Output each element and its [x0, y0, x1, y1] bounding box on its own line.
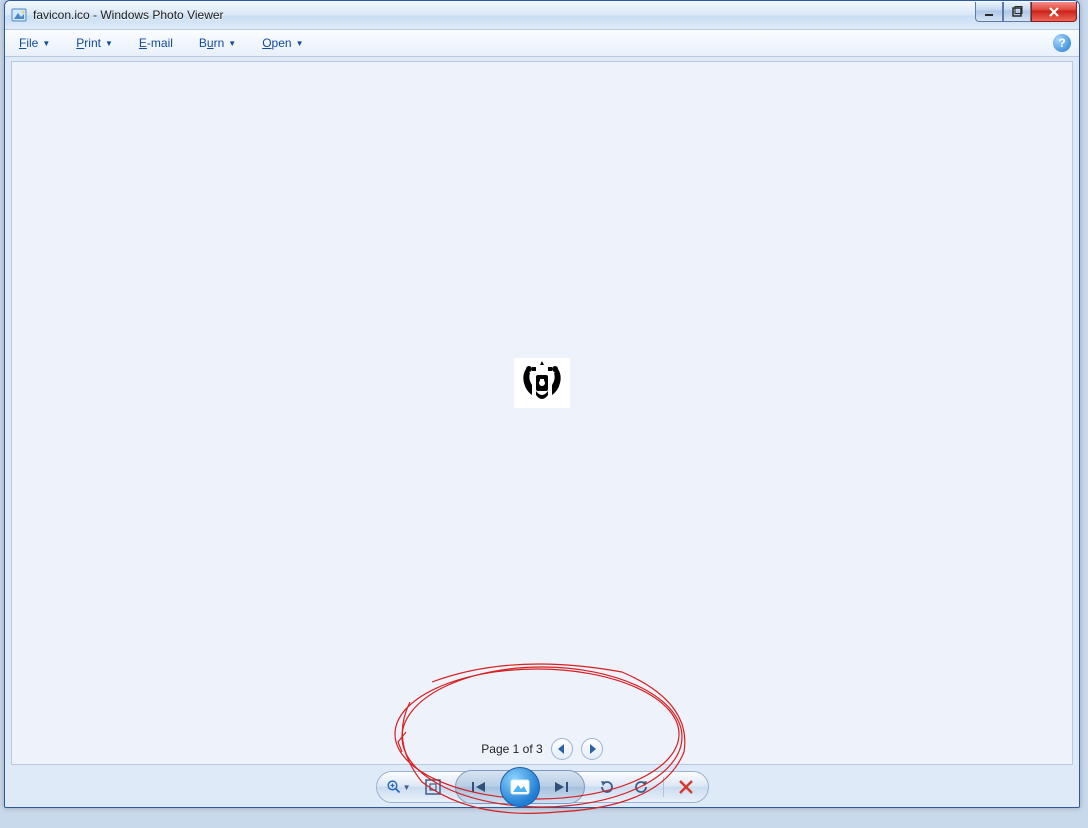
menu-file[interactable]: File ▼ [13, 32, 56, 54]
chevron-down-icon: ▼ [228, 39, 236, 48]
delete-button[interactable] [674, 775, 698, 799]
maximize-button[interactable] [1003, 2, 1031, 22]
close-button[interactable] [1031, 2, 1077, 22]
menu-open[interactable]: Open ▼ [256, 32, 309, 54]
prev-image-button[interactable] [458, 772, 502, 802]
chevron-down-icon: ▼ [42, 39, 50, 48]
nav-group [455, 770, 585, 804]
toolbar-pill: ▼ [376, 771, 709, 803]
menu-burn[interactable]: Burn ▼ [193, 32, 242, 54]
fit-to-screen-button[interactable] [421, 775, 445, 799]
rotate-ccw-button[interactable] [595, 775, 619, 799]
toolbar-separator [663, 777, 664, 797]
window-title: favicon.ico - Windows Photo Viewer [33, 8, 224, 22]
page-label: Page 1 of 3 [481, 742, 542, 756]
chevron-down-icon: ▼ [105, 39, 113, 48]
displayed-image [514, 358, 570, 408]
slideshow-button[interactable] [500, 767, 540, 807]
menu-print[interactable]: Print ▼ [70, 32, 119, 54]
next-page-button[interactable] [581, 738, 603, 760]
app-icon [11, 7, 27, 23]
next-image-button[interactable] [538, 772, 582, 802]
page-indicator-row: Page 1 of 3 [12, 738, 1072, 760]
menu-email[interactable]: E-mail [133, 32, 179, 54]
prev-page-button[interactable] [551, 738, 573, 760]
bottom-toolbar: ▼ [5, 767, 1079, 807]
zoom-button[interactable]: ▼ [387, 775, 411, 799]
titlebar[interactable]: favicon.ico - Windows Photo Viewer [5, 1, 1079, 29]
menubar: File ▼ Print ▼ E-mail Burn ▼ Open ▼ ? [5, 29, 1079, 57]
rotate-cw-button[interactable] [629, 775, 653, 799]
chevron-down-icon: ▼ [296, 39, 304, 48]
help-button[interactable]: ? [1053, 34, 1071, 52]
application-window: favicon.ico - Windows Photo Viewer File … [4, 0, 1080, 808]
help-icon: ? [1058, 36, 1065, 50]
image-canvas[interactable]: Page 1 of 3 [11, 61, 1073, 765]
chevron-down-icon: ▼ [403, 783, 411, 792]
minimize-button[interactable] [975, 2, 1003, 22]
